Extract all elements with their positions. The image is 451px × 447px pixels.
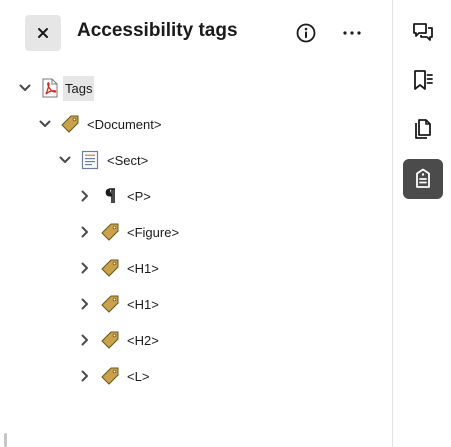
chevron-right-icon (81, 190, 88, 202)
tree-node-document[interactable]: <Document> (38, 110, 163, 138)
tag-icon (100, 366, 120, 386)
accessibility-tags-icon (416, 168, 430, 188)
pdf-file-icon (40, 78, 60, 98)
expand-toggle[interactable] (78, 333, 92, 347)
tree-node-label[interactable]: <L> (125, 364, 151, 389)
panel-header: Accessibility tags (0, 0, 392, 64)
chevron-right-icon (81, 334, 88, 346)
tree-node-label[interactable]: <H2> (125, 328, 161, 353)
tag-icon (100, 222, 120, 242)
more-options-button[interactable] (339, 22, 365, 44)
pages-icon (415, 119, 431, 139)
rail-accessibility-tags-button[interactable] (403, 159, 443, 199)
comments-icon (413, 23, 433, 41)
chevron-down-icon (19, 84, 31, 91)
bookmark-icon (414, 70, 433, 90)
more-icon (343, 31, 361, 35)
tree-node-label[interactable]: <Figure> (125, 220, 181, 245)
tree-node-p[interactable]: <P> (78, 182, 153, 210)
info-icon (296, 23, 316, 43)
tree-node-label[interactable]: <H1> (125, 292, 161, 317)
accessibility-tags-panel: Accessibility tags Tags <Document> <Sect… (0, 0, 392, 447)
tree-node-label[interactable]: <P> (125, 184, 153, 209)
info-button[interactable] (295, 22, 317, 44)
tag-icon (100, 258, 120, 278)
chevron-right-icon (81, 370, 88, 382)
section-icon (80, 150, 100, 170)
right-rail (392, 0, 451, 447)
tag-icon (60, 114, 80, 134)
tree-node-figure[interactable]: <Figure> (78, 218, 181, 246)
chevron-down-icon (59, 156, 71, 163)
rail-pages-button[interactable] (403, 109, 443, 149)
expand-toggle[interactable] (78, 225, 92, 239)
rail-bookmarks-button[interactable] (403, 60, 443, 100)
app-window: Accessibility tags Tags <Document> <Sect… (0, 0, 451, 447)
expand-toggle[interactable] (18, 81, 32, 95)
tree-node-l[interactable]: <L> (78, 362, 151, 390)
chevron-right-icon (81, 262, 88, 274)
tree-node-label[interactable]: <Sect> (105, 148, 150, 173)
tag-icon (100, 294, 120, 314)
tree-node-h1[interactable]: <H1> (78, 254, 161, 282)
horizontal-scrollbar[interactable] (4, 433, 7, 447)
chevron-down-icon (39, 120, 51, 127)
panel-title: Accessibility tags (77, 20, 238, 41)
expand-toggle[interactable] (38, 117, 52, 131)
paragraph-icon (100, 186, 120, 206)
expand-toggle[interactable] (78, 297, 92, 311)
close-icon (38, 28, 48, 38)
expand-toggle[interactable] (58, 153, 72, 167)
chevron-right-icon (81, 226, 88, 238)
expand-toggle[interactable] (78, 369, 92, 383)
tree-node-h2[interactable]: <H2> (78, 326, 161, 354)
tree-node-h1[interactable]: <H1> (78, 290, 161, 318)
tree-node-label[interactable]: <H1> (125, 256, 161, 281)
tree-node-label[interactable]: <Document> (85, 112, 163, 137)
tree-node-label[interactable]: Tags (63, 75, 95, 101)
chevron-right-icon (81, 298, 88, 310)
rail-comments-button[interactable] (403, 12, 443, 52)
close-button[interactable] (25, 15, 61, 51)
expand-toggle[interactable] (78, 261, 92, 275)
tree-node-tags[interactable]: Tags (18, 74, 95, 102)
tag-icon (100, 330, 120, 350)
expand-toggle[interactable] (78, 189, 92, 203)
tree-node-sect[interactable]: <Sect> (58, 146, 150, 174)
